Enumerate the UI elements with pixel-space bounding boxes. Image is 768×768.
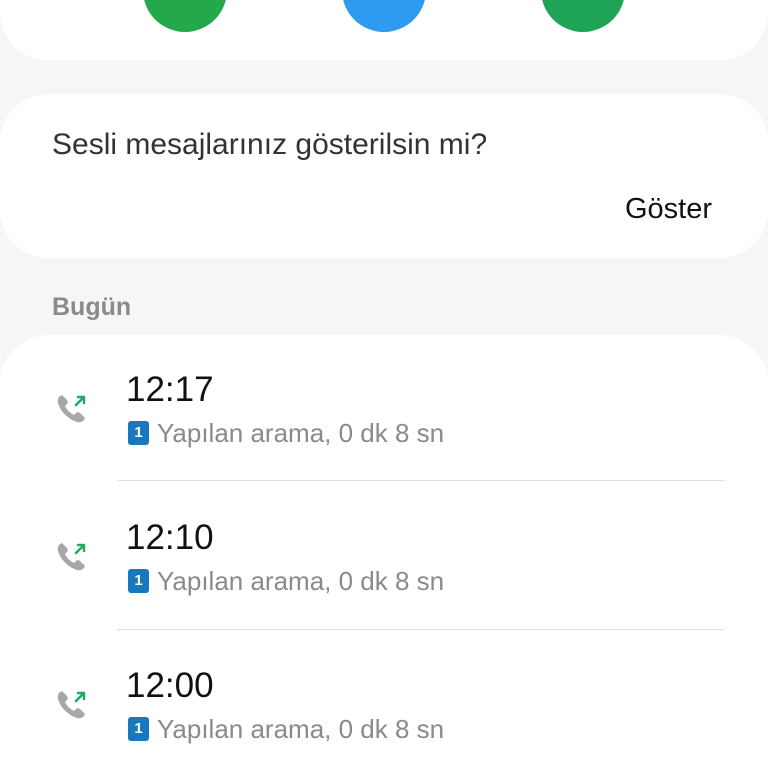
- call-detail: 1 Yapılan arama, 0 dk 8 sn: [128, 565, 444, 597]
- call-time: 12:10: [126, 518, 214, 557]
- call-detail: 1 Yapılan arama, 0 dk 8 sn: [128, 713, 444, 745]
- call-description: Yapılan arama, 0 dk 8 sn: [157, 566, 445, 596]
- voicemail-question: Sesli mesajlarınız gösterilsin mi?: [52, 128, 488, 161]
- outgoing-call-icon: [57, 543, 86, 571]
- sim-badge: 1: [128, 569, 149, 593]
- call-description: Yapılan arama, 0 dk 8 sn: [157, 418, 445, 448]
- sim-badge: 1: [128, 717, 149, 741]
- call-detail: 1 Yapılan arama, 0 dk 8 sn: [128, 417, 444, 449]
- section-header-today: Bugün: [52, 293, 132, 321]
- outgoing-call-icon: [57, 691, 86, 719]
- voicemail-prompt-card: [0, 94, 768, 258]
- call-log-row[interactable]: [0, 630, 768, 768]
- call-time: 12:17: [126, 370, 214, 409]
- call-description: Yapılan arama, 0 dk 8 sn: [157, 714, 445, 744]
- sim-badge: 1: [128, 421, 149, 445]
- outgoing-call-icon: [57, 395, 86, 423]
- call-log-row[interactable]: [0, 481, 768, 629]
- call-time: 12:00: [126, 666, 214, 705]
- call-history-screen: Sesli mesajlarınız gösterilsin mi? Göste…: [0, 0, 768, 768]
- show-voicemail-button[interactable]: Göster: [625, 191, 712, 227]
